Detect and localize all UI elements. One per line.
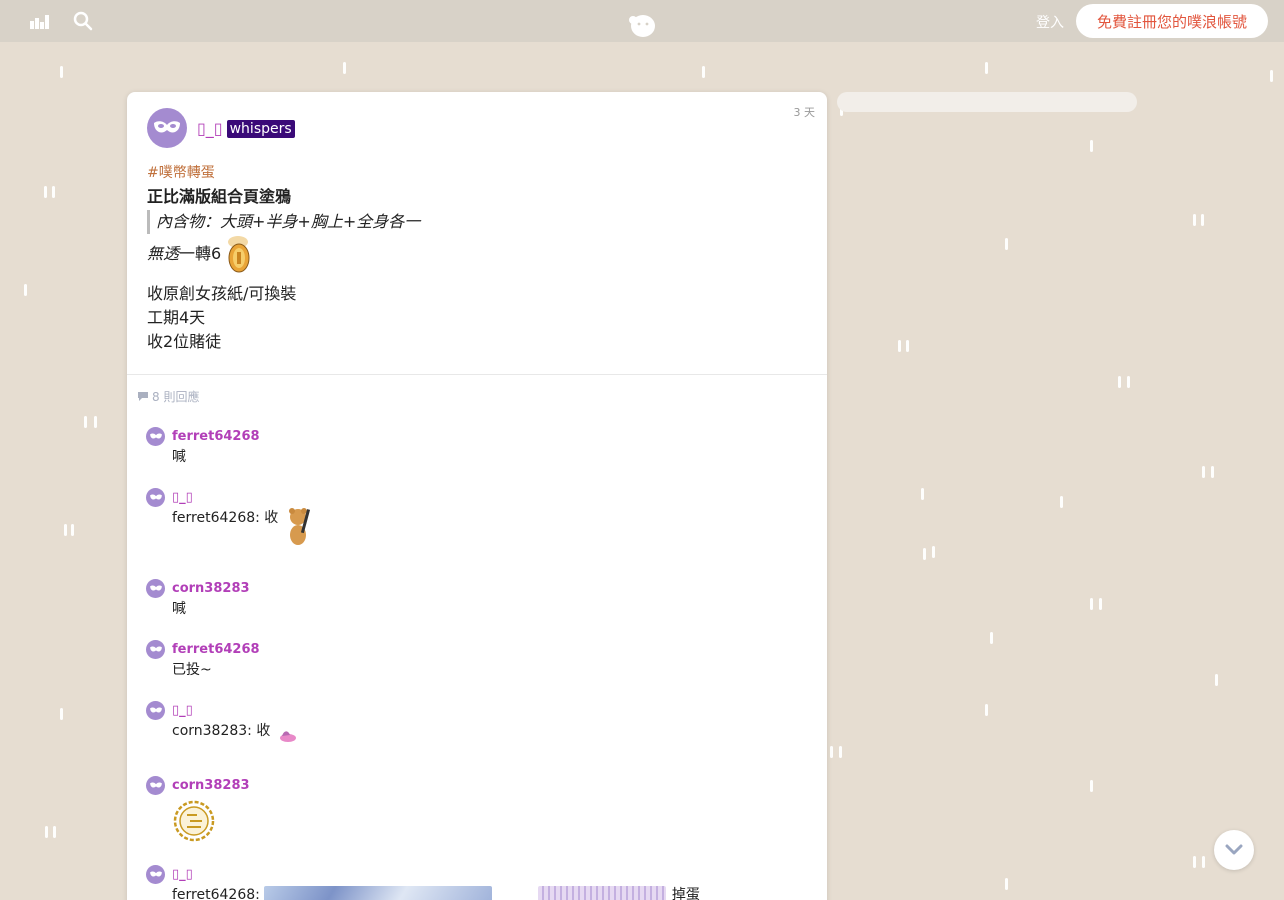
post-content: #噗幣轉蛋 正比滿版組合頁塗鴉 內含物：大頭+半身+胸上+全身各一 無透 一轉6… <box>147 162 807 354</box>
avatar[interactable] <box>147 108 187 148</box>
bear-emote-icon <box>289 508 311 545</box>
avatar[interactable] <box>146 700 165 720</box>
sidebar-placeholder <box>837 92 1137 112</box>
post-title: 正比滿版組合頁塗鴉 <box>147 187 292 206</box>
author-name[interactable]: ▯_▯ <box>197 119 223 138</box>
post-line: 收原創女孩紙/可換裝 <box>147 284 297 303</box>
mask-icon <box>149 781 162 788</box>
post-quote: 內含物：大頭+半身+胸上+全身各一 <box>147 210 807 234</box>
price-italic: 無透 <box>147 244 180 263</box>
avatar[interactable] <box>146 864 165 884</box>
post-time[interactable]: 3 天 <box>794 104 816 120</box>
response-author[interactable]: ▯_▯ <box>172 867 193 882</box>
avatar[interactable] <box>146 487 165 507</box>
mask-icon <box>149 870 162 877</box>
response-text: 已投~ <box>172 662 212 678</box>
response-author[interactable]: corn38283 <box>172 778 250 793</box>
avatar[interactable] <box>146 639 165 659</box>
scroll-down-button[interactable] <box>1214 830 1254 870</box>
avatar[interactable] <box>146 775 165 795</box>
response-text: 喊 <box>172 601 186 617</box>
slipper-emote-icon <box>280 731 297 742</box>
responses-list: ferret64268 喊 ▯_▯ ferret64268: 收 corn382… <box>146 426 806 900</box>
image-thumbnail[interactable] <box>263 886 492 900</box>
mask-icon <box>154 121 180 133</box>
mask-icon <box>149 493 162 500</box>
login-link[interactable]: 登入 <box>1036 12 1064 32</box>
response-author[interactable]: corn38283 <box>172 581 250 596</box>
response-text: 喊 <box>172 449 186 465</box>
divider <box>127 374 827 375</box>
reply-count-label: 8 則回應 <box>152 390 200 404</box>
response-author[interactable]: ferret64268 <box>172 429 260 444</box>
response-text: ferret64268: 收 <box>172 510 279 526</box>
response-item: ▯_▯ ferret64268: 掉蛋 <box>146 864 806 900</box>
response-item: ferret64268 已投~ <box>146 639 806 700</box>
price-rest: 一轉6 <box>179 244 222 263</box>
whisper-badge: whispers <box>226 119 295 138</box>
comment-icon <box>138 392 148 401</box>
response-text: corn38283: 收 <box>172 723 271 739</box>
price-line: 無透 一轉6 <box>147 234 807 274</box>
search-icon[interactable] <box>73 11 93 35</box>
response-item: corn38283 喊 <box>146 578 806 639</box>
response-item: ▯_▯ ferret64268: 收 <box>146 487 806 578</box>
avatar[interactable] <box>146 578 165 598</box>
chevron-down-icon <box>1225 844 1243 855</box>
chart-icon[interactable] <box>30 13 50 33</box>
post-author: ▯_▯ whispers <box>197 119 295 138</box>
response-author[interactable]: ▯_▯ <box>172 703 193 718</box>
response-item: ferret64268 喊 <box>146 426 806 487</box>
signup-button[interactable]: 免費註冊您的噗浪帳號 <box>1076 4 1268 38</box>
stamp-emote-icon <box>173 800 215 842</box>
top-bar: 登入 免費註冊您的噗浪帳號 <box>0 0 1284 42</box>
mask-icon <box>149 706 162 713</box>
response-extra-text: 掉蛋 <box>671 887 700 900</box>
avatar[interactable] <box>146 426 165 446</box>
post-line: 工期4天 <box>147 308 206 327</box>
mask-icon <box>149 645 162 652</box>
hashtag-link[interactable]: #噗幣轉蛋 <box>147 162 807 184</box>
mask-icon <box>149 432 162 439</box>
response-author[interactable]: ▯_▯ <box>172 490 193 505</box>
post-line: 收2位賭徒 <box>147 332 222 351</box>
reply-count[interactable]: 8 則回應 <box>137 388 199 405</box>
plurk-card: 3 天 ▯_▯ whispers #噗幣轉蛋 正比滿版組合頁塗鴉 內含物：大頭+… <box>127 92 827 900</box>
coin-emote-icon <box>228 236 250 273</box>
post-lines: 收原創女孩紙/可換裝 工期4天 收2位賭徒 <box>147 282 807 354</box>
response-item: corn38283 <box>146 775 806 864</box>
response-author[interactable]: ferret64268 <box>172 642 260 657</box>
image-thumbnail[interactable] <box>537 886 666 900</box>
mask-icon <box>149 584 162 591</box>
plurk-logo-icon[interactable] <box>627 12 657 42</box>
response-item: ▯_▯ corn38283: 收 <box>146 700 806 775</box>
response-text: ferret64268: <box>172 887 260 900</box>
